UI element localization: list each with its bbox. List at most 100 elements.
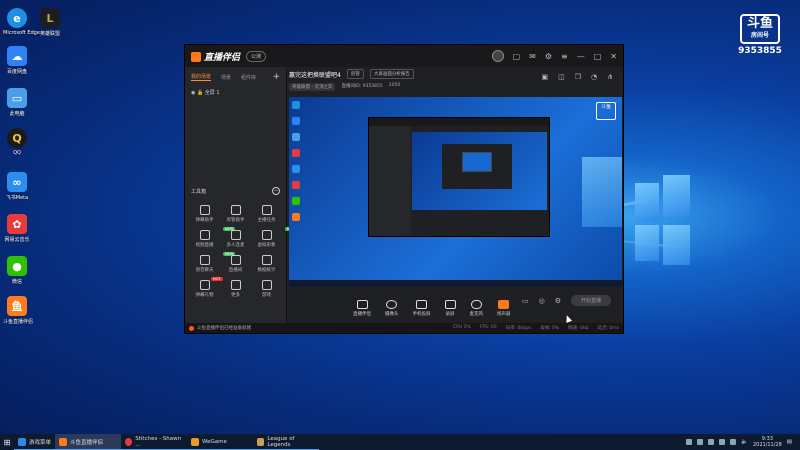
tool-item[interactable]: 直播间	[220, 255, 251, 273]
camera-button[interactable]: 摄像头	[385, 300, 399, 317]
gear-icon[interactable]: ⚙	[555, 297, 561, 305]
tool-item[interactable]: NEW虚拟形象	[251, 227, 298, 248]
message-icon[interactable]: ✉	[529, 52, 536, 61]
avatar[interactable]	[491, 50, 504, 62]
speaker-button[interactable]: 扬声器	[497, 300, 511, 317]
record-button[interactable]: 录屏	[444, 300, 456, 317]
taskbar-button[interactable]: 斗鱼直播伴侣	[55, 434, 122, 450]
tray-icon[interactable]	[708, 439, 715, 445]
desktop-icon-lol[interactable]: L 英雄联盟	[36, 8, 64, 37]
phone-cast-icon	[416, 300, 427, 309]
copy-icon[interactable]: ❐	[575, 73, 581, 81]
tray-icon[interactable]	[730, 439, 737, 445]
edge-icon: e	[7, 8, 27, 28]
game-menu-icon	[18, 437, 26, 446]
qq-icon: Q	[7, 128, 27, 148]
lock-icon[interactable]: ◫	[558, 73, 565, 81]
desktop-icon-qq[interactable]: Q QQ	[3, 128, 31, 156]
start-live-button[interactable]: 开始直播	[570, 295, 611, 306]
volume-icon[interactable]: 🔈	[741, 439, 748, 445]
eye-icon[interactable]: ◎	[539, 297, 545, 305]
meta-icon: ∞	[7, 172, 27, 192]
tools-header: 工具箱 −	[191, 187, 280, 195]
lol-icon	[257, 437, 265, 446]
taskbar-button[interactable]: League of Legends	[253, 434, 320, 450]
desktop-icon-baidu[interactable]: ☁ 百度网盘	[3, 46, 31, 75]
tray-icon[interactable]	[719, 439, 726, 445]
speaker-icon	[498, 300, 510, 309]
gift-icon[interactable]: ▣	[541, 73, 548, 81]
eye-icon[interactable]: ◉	[191, 90, 195, 96]
room-id: 直播间ID: 9353855	[341, 84, 383, 89]
maximize-icon[interactable]: □	[594, 52, 602, 61]
microphone-button[interactable]: 麦克风	[470, 300, 483, 317]
menu-icon[interactable]: ≡	[561, 52, 568, 61]
desktop-icon-douyu[interactable]: 鱼 斗鱼直播伴侣	[3, 296, 33, 325]
desktop-icon-computer[interactable]: ▭ 此电脑	[3, 88, 31, 117]
tool-item[interactable]: 游戏	[251, 280, 282, 298]
tool-item[interactable]: 数据统计	[251, 255, 282, 273]
start-button[interactable]: ⊞	[0, 434, 14, 450]
fans-count: 2050	[388, 83, 401, 88]
douyu-icon: 鱼	[7, 296, 27, 316]
desktop-icon-music[interactable]: ✿ 网易云音乐	[3, 214, 31, 243]
windows-taskbar: ⊞ 游戏菜单 斗鱼直播伴侣 Stitches - Shawn ... WeGam…	[0, 434, 800, 450]
tool-icon	[199, 255, 210, 265]
tray-icon[interactable]	[686, 439, 693, 445]
desktop-icon-meta[interactable]: ∞ 飞书Meta	[3, 172, 31, 201]
tool-item[interactable]: 多人连麦	[220, 230, 251, 248]
header-actions: ▣ ◫ ❐ ◔ ⋔	[541, 73, 613, 81]
taskbar-button[interactable]: WeGame	[187, 434, 254, 450]
tab-scenes[interactable]: 场景	[221, 74, 231, 81]
category-chip[interactable]: 英雄联盟 - 云顶之弈	[289, 83, 336, 91]
taskbar-button[interactable]: 游戏菜单	[14, 434, 56, 450]
app-titlebar[interactable]: 直播伴侣 公测 ▢ ✉ ⚙ ≡ — □ ✕	[185, 45, 623, 67]
minimize-icon[interactable]: —	[577, 52, 585, 61]
share-icon[interactable]: ⋔	[607, 73, 613, 81]
video-icon[interactable]: ▭	[522, 297, 529, 305]
status-message: 斗鱼直播伴侣已经准备就绪	[197, 326, 251, 331]
tool-item[interactable]: HOT 弹幕礼物	[189, 277, 223, 298]
douyu-icon	[59, 437, 68, 446]
screen-share-button[interactable]: 直播伴侣	[353, 300, 371, 317]
phone-cast-button[interactable]: 手机投屏	[413, 300, 431, 317]
notification-icon[interactable]: ▤	[787, 439, 792, 445]
desktop-icon-wechat[interactable]: ● 微信	[3, 256, 31, 285]
collapse-icon[interactable]: −	[272, 187, 280, 195]
room-tag[interactable]: 房管	[346, 69, 364, 79]
screen-share-icon	[356, 300, 368, 309]
close-icon[interactable]: ✕	[610, 52, 617, 61]
tool-icon	[199, 280, 210, 290]
skin-icon[interactable]: ▢	[513, 52, 521, 61]
tool-item[interactable]: 更多	[220, 280, 251, 298]
tool-item[interactable]: 房管助手	[220, 205, 251, 223]
room-title[interactable]: 赢完这把换联盟吧4	[289, 70, 341, 79]
tool-icon	[261, 205, 272, 215]
app-logo-icon	[191, 52, 201, 62]
preview-nested-preview	[412, 132, 547, 210]
status-dot-icon	[189, 325, 194, 331]
tool-icon	[261, 280, 272, 290]
settings-icon[interactable]: ⚙	[545, 52, 552, 61]
tab-my-scenes[interactable]: 我的场景	[191, 73, 212, 81]
microphone-icon	[470, 300, 482, 309]
bell-icon[interactable]: ◔	[591, 73, 597, 81]
beta-pill[interactable]: 公测	[246, 50, 267, 62]
wechat-icon: ●	[7, 256, 27, 276]
stream-preview[interactable]: 斗鱼	[289, 97, 622, 287]
tool-item[interactable]: 主播任务	[251, 205, 282, 223]
scene-item[interactable]: ◉ 🔓 全屏 1	[185, 87, 286, 98]
taskbar-button[interactable]: Stitches - Shawn ...	[121, 434, 188, 450]
desktop-icon-edge[interactable]: e Microsoft Edge	[3, 8, 40, 36]
tool-item[interactable]: NEW 视频直播	[189, 227, 236, 248]
clock[interactable]: 9:33 2021/11/28	[753, 436, 782, 448]
lock-icon[interactable]: 🔓	[197, 90, 203, 96]
status-bar: 斗鱼直播伴侣已经准备就绪 CPU 3% FPS: 60 码率: 0kbps 丢帧…	[185, 323, 623, 333]
tab-components[interactable]: 组件库	[241, 74, 256, 81]
windows-icon: ⊞	[3, 437, 11, 447]
add-scene-icon[interactable]: +	[272, 72, 280, 82]
room-tag[interactable]: 大屏画面分析报告	[369, 69, 414, 79]
tool-item[interactable]: 弹幕助手	[189, 205, 220, 223]
tool-item[interactable]: NEW 语音聊天	[189, 252, 236, 273]
tray-icon[interactable]	[697, 439, 704, 445]
